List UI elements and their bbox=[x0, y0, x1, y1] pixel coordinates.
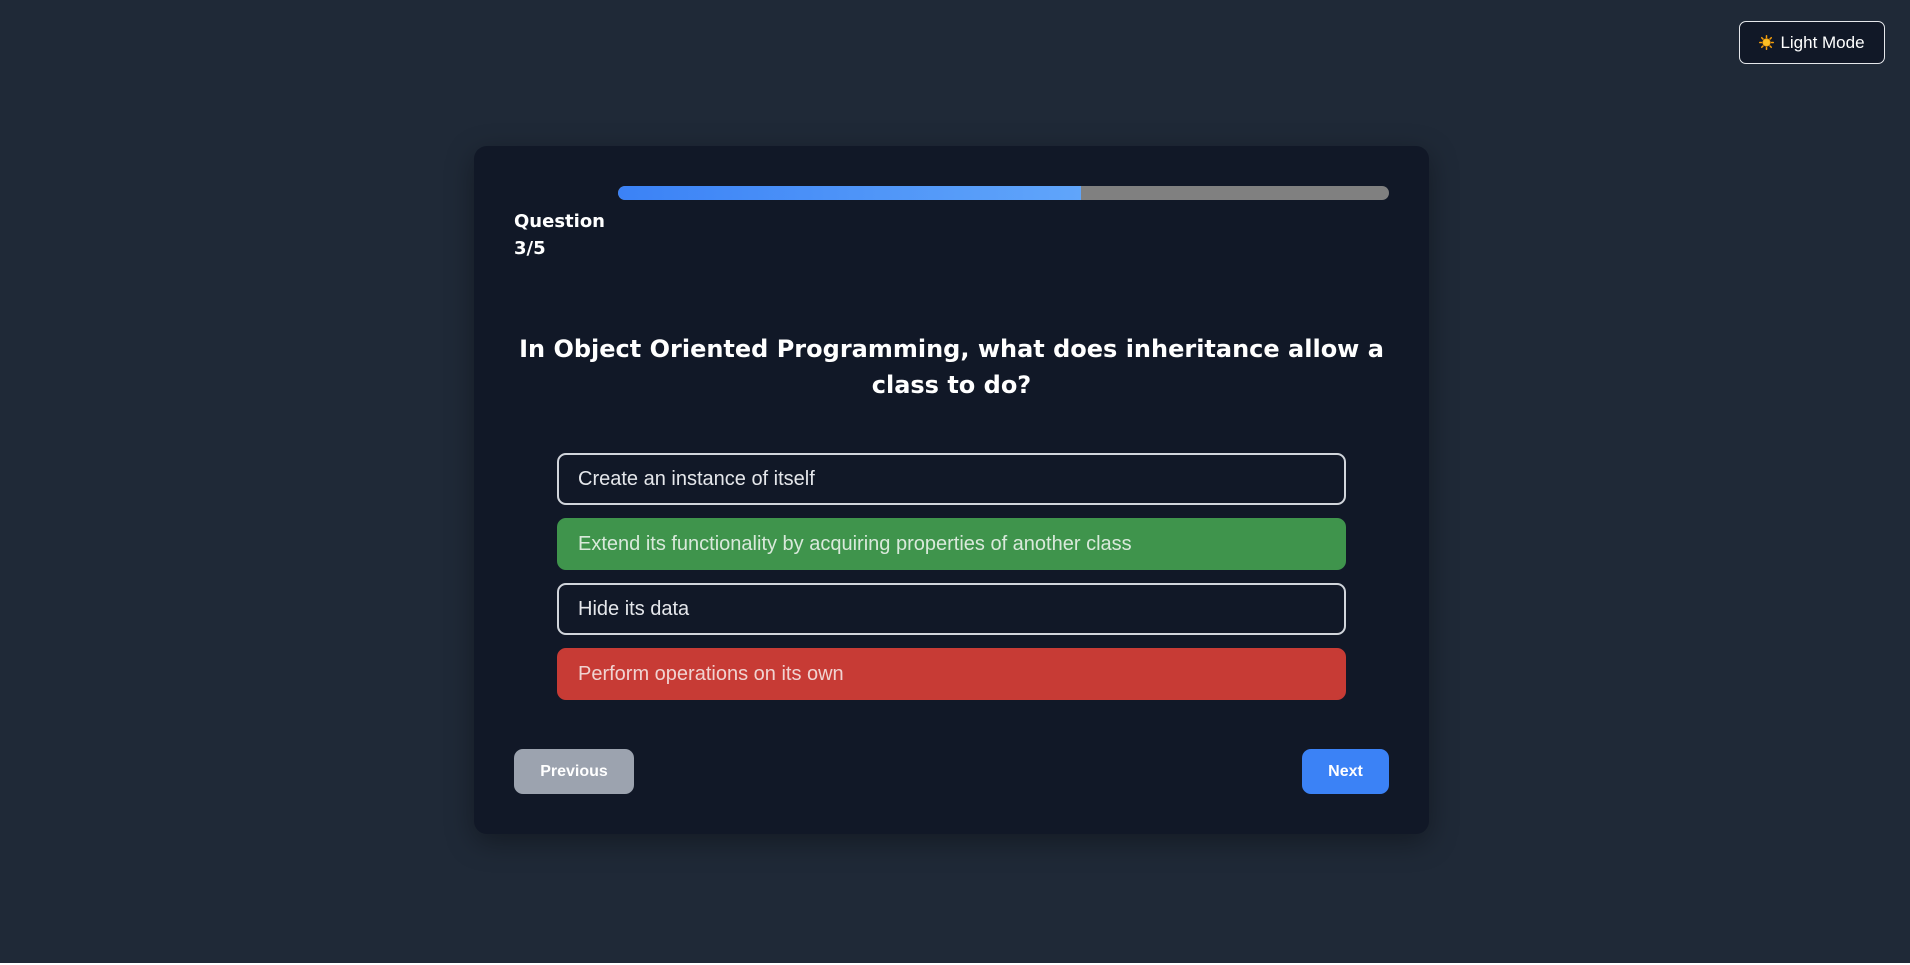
answer-option-label: Create an instance of itself bbox=[578, 467, 815, 490]
progress-bar bbox=[618, 186, 1389, 200]
theme-toggle-label: Light Mode bbox=[1780, 32, 1865, 52]
answer-option[interactable]: Hide its data bbox=[557, 583, 1346, 635]
question-text: In Object Oriented Programming, what doe… bbox=[519, 335, 1384, 399]
answer-option[interactable]: Create an instance of itself bbox=[557, 453, 1346, 505]
answer-option-label: Extend its functionality by acquiring pr… bbox=[578, 532, 1132, 555]
question-counter: Question 3/5 bbox=[514, 208, 614, 262]
answer-options: Create an instance of itself Extend its … bbox=[557, 453, 1346, 713]
answer-option[interactable]: Perform operations on its own bbox=[557, 648, 1346, 700]
sun-icon bbox=[1759, 35, 1775, 50]
quiz-card: Question 3/5 In Object Oriented Programm… bbox=[474, 146, 1429, 834]
theme-toggle-button[interactable]: Light Mode bbox=[1739, 21, 1885, 64]
quiz-page: Light Mode Question 3/5 In Object Orient… bbox=[0, 0, 1910, 965]
progress-bar-fill bbox=[618, 186, 1081, 200]
question-counter-label: Question bbox=[514, 211, 605, 232]
answer-option[interactable]: Extend its functionality by acquiring pr… bbox=[557, 518, 1346, 570]
answer-option-label: Hide its data bbox=[578, 597, 690, 620]
answer-option-label: Perform operations on its own bbox=[578, 662, 844, 685]
previous-button[interactable]: Previous bbox=[514, 749, 634, 794]
next-button[interactable]: Next bbox=[1302, 749, 1389, 794]
question-counter-value: 3/5 bbox=[514, 238, 546, 259]
